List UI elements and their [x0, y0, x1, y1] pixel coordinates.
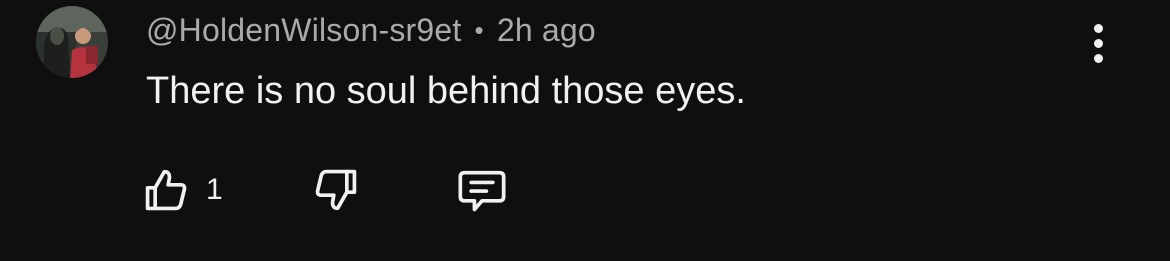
comment-header: @HoldenWilson-sr9et • 2h ago — [146, 10, 596, 50]
more-vertical-icon — [1093, 23, 1103, 33]
separator-dot: • — [474, 14, 484, 45]
comment-actions: 1 — [140, 160, 560, 220]
comment-item: @HoldenWilson-sr9et • 2h ago There is no… — [0, 0, 1170, 261]
avatar[interactable] — [36, 6, 108, 78]
like-count: 1 — [206, 173, 223, 206]
avatar-image — [36, 6, 108, 78]
thumbs-down-icon — [315, 169, 357, 211]
thumbs-up-icon — [145, 169, 187, 211]
author-handle[interactable]: @HoldenWilson-sr9et — [146, 12, 462, 49]
reply-comment-icon — [458, 170, 506, 212]
more-vertical-icon-dot — [1093, 53, 1103, 63]
comment-timestamp[interactable]: 2h ago — [497, 12, 596, 49]
more-options-button[interactable] — [1076, 18, 1120, 68]
comment-text: There is no soul behind those eyes. — [146, 70, 746, 112]
more-vertical-icon-dot — [1093, 38, 1103, 48]
like-button[interactable]: 1 — [140, 160, 223, 220]
reply-button[interactable] — [452, 160, 512, 220]
dislike-button[interactable] — [310, 160, 362, 220]
